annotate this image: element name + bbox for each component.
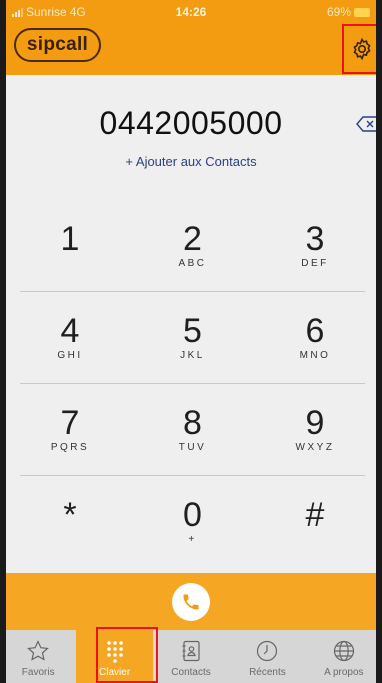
key-8[interactable]: 8 TUV xyxy=(143,384,243,475)
keypad: 1 2 ABC 3 DEF 4 GHI 5 JKL 6 MNO 7 PQRS 8 TUV 9W… xyxy=(20,200,365,568)
sipcall-logo: sipcall xyxy=(14,28,101,62)
keypad-row: 7 PQRS 8 TUV 9 WXYZ xyxy=(20,384,365,476)
key-digit: * xyxy=(63,496,77,534)
key-letters: JKL xyxy=(180,350,205,361)
status-time: 14:26 xyxy=(175,5,207,19)
call-circle xyxy=(172,582,210,621)
contacts-icon xyxy=(182,640,200,662)
key-letters: ABC xyxy=(178,258,207,269)
key-3[interactable]: 3 DEF xyxy=(265,200,365,291)
key-digit: 2 xyxy=(183,220,202,258)
battery-icon xyxy=(354,7,370,17)
key-digit: # xyxy=(305,496,325,534)
app-header: Sunrise 4G 14:26 69% sipcall xyxy=(0,0,382,75)
key-digit: 9 xyxy=(305,404,325,442)
battery-percent: 69% xyxy=(326,5,351,19)
tab-clavier[interactable]: Clavier xyxy=(76,630,153,683)
key-2[interactable]: 2 ABC xyxy=(143,200,243,291)
key-1[interactable]: 1 xyxy=(20,200,120,291)
tab-a-propos[interactable]: A propos xyxy=(306,630,382,683)
tab-label: Favoris xyxy=(21,667,55,678)
keypad-row: 1 2 ABC 3 DEF xyxy=(20,200,365,292)
status-bar: Sunrise 4G 14:26 69% xyxy=(12,2,370,22)
settings-button[interactable] xyxy=(342,24,382,74)
tab-bar: Favoris Clavier Contacts Récents A propo… xyxy=(0,630,382,683)
key-letters: MNO xyxy=(299,350,331,361)
backspace-icon xyxy=(356,116,379,132)
clock-icon xyxy=(257,640,278,662)
add-to-contacts-link[interactable]: + Ajouter aux Contacts xyxy=(0,154,382,169)
key-letters: WXYZ xyxy=(295,442,335,453)
globe-icon xyxy=(333,640,354,662)
key-digit: 5 xyxy=(183,312,202,350)
keypad-row: 4 GHI 5 JKL 6 MNO xyxy=(20,292,365,384)
key-letters: TUV xyxy=(178,442,207,453)
key-6[interactable]: 6 MNO xyxy=(265,292,365,383)
status-right: 69% xyxy=(327,5,370,19)
key-letters: GHI xyxy=(57,350,83,361)
tab-label: Récents xyxy=(249,667,286,678)
key-digit: 3 xyxy=(305,220,325,258)
tab-label: A propos xyxy=(324,667,364,678)
key-letters: DEF xyxy=(301,258,329,269)
key-letters: PQRS xyxy=(50,442,90,453)
key-digit: 7 xyxy=(60,404,80,442)
tab-label: Clavier xyxy=(99,667,131,678)
call-button[interactable] xyxy=(0,573,382,630)
key-0[interactable]: 0 + xyxy=(143,476,243,568)
key-4[interactable]: 4 GHI xyxy=(20,292,120,383)
key-hash[interactable]: # xyxy=(265,476,365,568)
key-digit: 4 xyxy=(60,312,80,350)
tab-recents[interactable]: Récents xyxy=(229,630,305,683)
phone-icon xyxy=(183,594,199,609)
key-star[interactable]: * xyxy=(20,476,120,568)
delete-button[interactable] xyxy=(355,115,381,133)
gear-icon xyxy=(353,37,371,61)
key-5[interactable]: 5 JKL xyxy=(143,292,243,383)
keypad-row: * 0 + # xyxy=(20,476,365,568)
key-digit: 6 xyxy=(305,312,325,350)
star-icon xyxy=(27,640,50,661)
key-7[interactable]: 7 PQRS xyxy=(20,384,120,475)
tab-contacts[interactable]: Contacts xyxy=(153,630,229,683)
key-9[interactable]: 9 WXYZ xyxy=(265,384,365,475)
key-digit: 8 xyxy=(183,404,202,442)
tab-label: Contacts xyxy=(171,667,211,678)
key-letters: + xyxy=(188,534,197,545)
keypad-icon xyxy=(106,641,123,663)
key-digit: 0 xyxy=(183,496,202,534)
key-digit: 1 xyxy=(60,220,80,258)
tab-favoris[interactable]: Favoris xyxy=(0,630,76,683)
dialed-number: 0442005000 xyxy=(99,105,283,141)
